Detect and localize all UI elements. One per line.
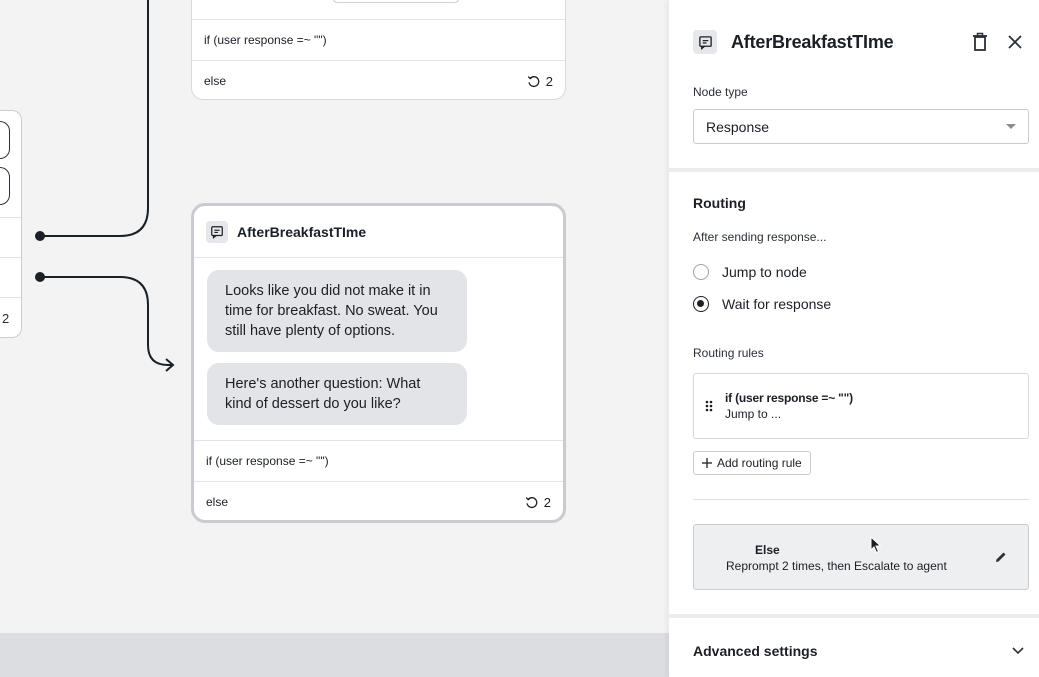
else-row: else 2 (192, 60, 565, 101)
message-square-icon (693, 30, 717, 54)
radio-unchecked[interactable] (693, 264, 709, 280)
divider (0, 297, 21, 298)
divider (0, 257, 21, 258)
else-row: else 2 (194, 481, 563, 522)
routing-rule-row: if (user response =~ "") (194, 440, 563, 481)
radio-checked[interactable] (693, 296, 709, 312)
rule-destination: Jump to ... (725, 407, 782, 421)
rule-condition: if (user response =~ "") (725, 391, 853, 405)
divider (0, 217, 21, 218)
reprompt-icon (527, 75, 540, 87)
after-sending-label: After sending response... (693, 230, 827, 244)
routing-rule-card[interactable]: if (user response =~ "") Jump to ... (693, 373, 1029, 439)
partial-bubble (0, 167, 10, 205)
routing-rule-row: if (user response =~ "") (192, 19, 565, 60)
close-icon[interactable] (1007, 34, 1023, 50)
flow-node-top[interactable]: if (user response =~ "") else 2 (191, 0, 566, 100)
panel-title: AfterBreakfastTIme (731, 31, 894, 52)
panel-actions (971, 32, 1023, 52)
add-routing-rule-label: Add routing rule (717, 456, 802, 470)
reprompt-indicator: 2 (527, 74, 553, 89)
flow-node-selected[interactable]: AfterBreakfastTIme Looks like you did no… (191, 203, 566, 523)
plus-icon (702, 458, 712, 468)
routing-title: Routing (693, 195, 746, 211)
reprompt-count: 2 (543, 494, 551, 510)
panel-header: AfterBreakfastTIme (693, 28, 1023, 56)
else-label: else (206, 495, 229, 509)
else-description: Reprompt 2 times, then Escalate to agent (726, 559, 947, 573)
node-type-value: Response (706, 118, 770, 135)
section-divider (669, 168, 1039, 172)
node-header: AfterBreakfastTIme (194, 206, 563, 258)
radio-wait-for-response[interactable]: Wait for response (693, 296, 831, 312)
node-type-select[interactable]: Response (693, 109, 1029, 144)
message-bubble: Here's another question: What kind of de… (207, 363, 467, 425)
canvas-bottom-bar (0, 633, 669, 677)
rule-label: if (user response =~ "") (204, 33, 327, 47)
radio-jump-to-node[interactable]: Jump to node (693, 264, 807, 280)
radio-label: Jump to node (722, 264, 807, 280)
message-bubble-partial (332, 0, 460, 3)
advanced-settings-label: Advanced settings (693, 643, 818, 659)
else-label: else (204, 74, 227, 88)
node-title: AfterBreakfastTIme (237, 223, 367, 240)
trash-icon[interactable] (971, 32, 989, 52)
partial-bubble (0, 121, 10, 159)
routing-rules-label: Routing rules (693, 346, 764, 360)
mouse-cursor-icon (870, 536, 882, 554)
chevron-down-icon (1012, 647, 1024, 655)
advanced-settings-toggle[interactable]: Advanced settings (693, 643, 1025, 659)
pencil-icon[interactable] (994, 550, 1008, 564)
else-title: Else (755, 543, 780, 557)
node-settings-panel: AfterBreakfastTIme Node type Response Ro… (669, 0, 1039, 677)
reprompt-icon (525, 496, 538, 508)
else-card[interactable]: Else Reprompt 2 times, then Escalate to … (693, 524, 1029, 590)
reprompt-count: 2 (2, 311, 10, 326)
add-routing-rule-button[interactable]: Add routing rule (693, 451, 811, 475)
drag-handle-icon[interactable] (705, 400, 713, 412)
chevron-down-icon (1006, 124, 1016, 129)
radio-label: Wait for response (722, 296, 832, 312)
section-divider (669, 614, 1039, 618)
section-divider (693, 499, 1029, 500)
message-bubble: Looks like you did not make it in time f… (207, 270, 467, 352)
reprompt-count: 2 (545, 73, 553, 89)
node-type-label: Node type (693, 85, 748, 99)
message-square-icon (206, 220, 228, 243)
flow-canvas[interactable]: 2 if (user response =~ "") else 2 AfterB… (0, 0, 669, 633)
rule-label: if (user response =~ "") (206, 454, 329, 468)
partial-node-left[interactable]: 2 (0, 110, 22, 338)
reprompt-indicator: 2 (525, 495, 551, 510)
